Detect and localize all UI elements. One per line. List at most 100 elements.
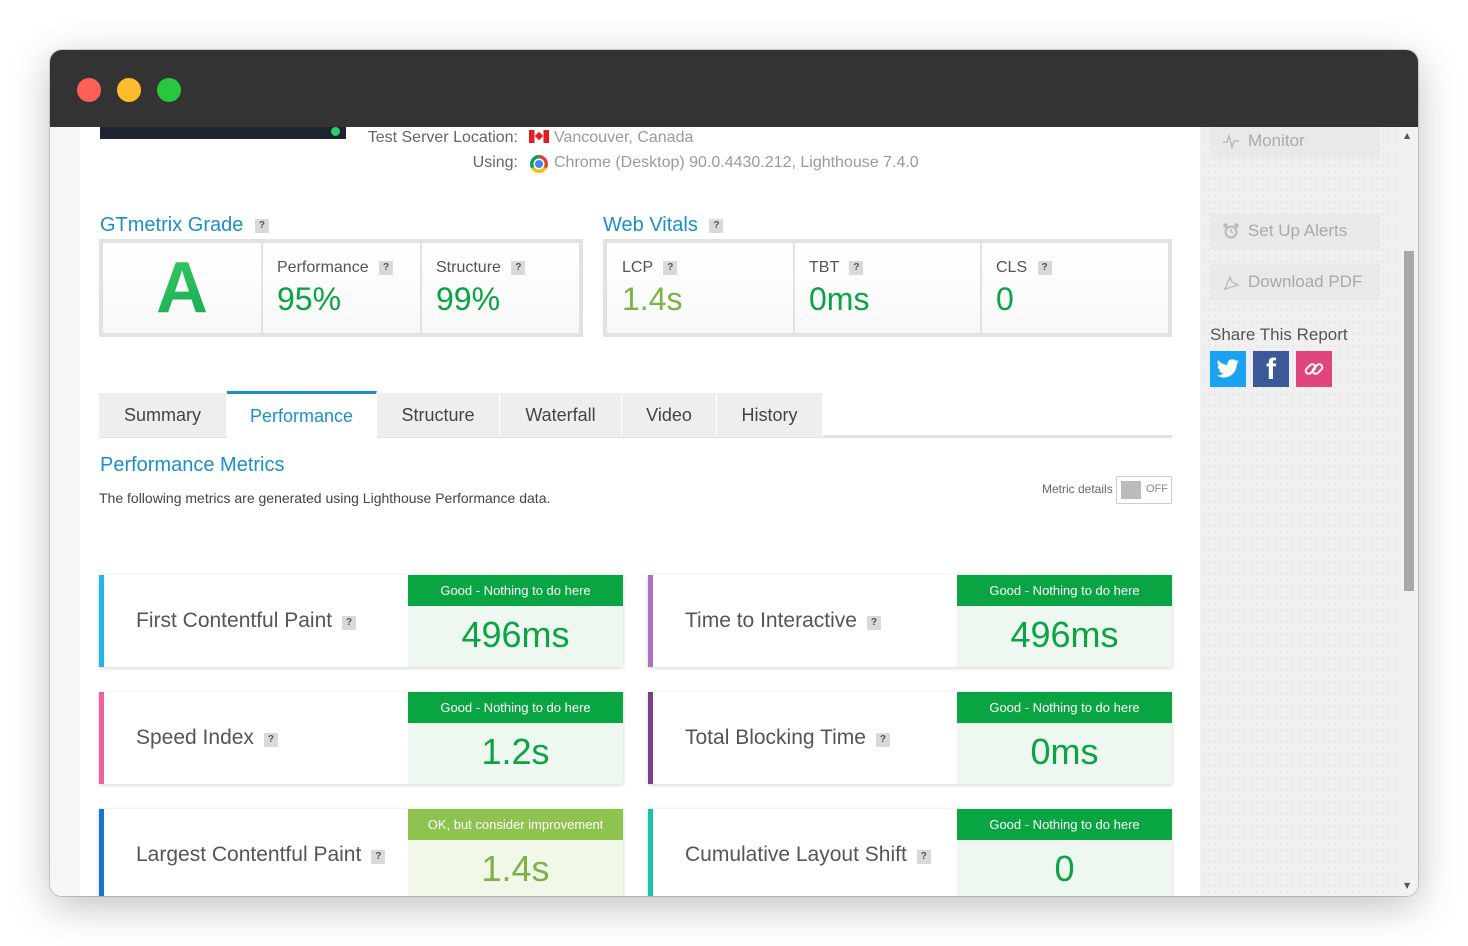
metric-value-box: 0 xyxy=(957,840,1172,896)
link-icon xyxy=(1304,363,1324,375)
help-icon[interactable] xyxy=(709,218,724,233)
help-icon[interactable] xyxy=(849,260,864,275)
facebook-share-button[interactable]: f xyxy=(1253,351,1289,387)
metric-status-badge: OK, but consider improvement xyxy=(408,809,623,840)
grade-cell: A xyxy=(103,243,261,333)
help-icon[interactable] xyxy=(379,260,394,275)
metric-card-speed-index: Speed Index Good - Nothing to do here 1.… xyxy=(99,692,623,784)
tab-summary[interactable]: Summary xyxy=(99,393,227,437)
using-value: Chrome (Desktop) 90.0.4430.212, Lighthou… xyxy=(554,154,919,171)
set-up-alerts-button[interactable]: Set Up Alerts xyxy=(1210,213,1380,249)
help-icon[interactable] xyxy=(263,733,278,747)
grade-letter: A xyxy=(103,247,261,329)
metric-status-badge: Good - Nothing to do here xyxy=(408,575,623,606)
help-icon[interactable] xyxy=(511,260,526,275)
scroll-down-arrow-icon[interactable]: ▼ xyxy=(1404,881,1410,890)
help-icon[interactable] xyxy=(342,616,357,630)
metric-color-bar xyxy=(648,575,653,667)
metric-name-text: First Contentful Paint xyxy=(136,609,333,632)
web-vitals-panel: LCP 1.4s TBT 0ms CLS xyxy=(603,239,1172,337)
metric-value-box: 0ms xyxy=(957,723,1172,784)
cls-label: CLS xyxy=(996,259,1052,277)
metric-value: 496ms xyxy=(461,614,570,655)
metric-details-toggle[interactable]: OFF xyxy=(1116,476,1172,504)
minimize-window-button[interactable] xyxy=(117,78,141,102)
pulse-icon xyxy=(1222,132,1240,150)
help-icon[interactable] xyxy=(371,850,386,864)
help-icon[interactable] xyxy=(663,260,678,275)
help-icon[interactable] xyxy=(1037,260,1052,275)
structure-label: Structure xyxy=(436,259,526,277)
help-icon[interactable] xyxy=(875,733,890,747)
toggle-knob xyxy=(1121,481,1141,499)
performance-metrics-title: Performance Metrics xyxy=(100,454,285,476)
metric-value: 0 xyxy=(1054,848,1075,889)
tab-history[interactable]: History xyxy=(717,393,823,437)
tbt-label-text: TBT xyxy=(809,259,839,276)
sidebar: Monitor Set Up Alerts Download PDF Share… xyxy=(1200,127,1400,896)
metric-value: 0ms xyxy=(1030,731,1099,772)
structure-cell: Structure 99% xyxy=(422,243,579,333)
metric-status-badge: Good - Nothing to do here xyxy=(408,692,623,723)
toggle-state: OFF xyxy=(1146,483,1168,495)
metric-value-box: 496ms xyxy=(408,606,623,667)
performance-value: 95% xyxy=(277,281,342,317)
chrome-icon xyxy=(530,155,548,173)
gtmetrix-grade-title-text: GTmetrix Grade xyxy=(100,214,244,236)
copy-link-button[interactable] xyxy=(1296,351,1332,387)
performance-label-text: Performance xyxy=(277,259,369,276)
performance-label: Performance xyxy=(277,259,394,277)
metric-card-lcp: Largest Contentful Paint OK, but conside… xyxy=(99,809,623,896)
metric-color-bar xyxy=(99,692,104,784)
location-value: Vancouver, Canada xyxy=(554,129,694,146)
help-icon[interactable] xyxy=(916,850,931,864)
metric-name: Speed Index xyxy=(136,726,278,750)
metric-value: 496ms xyxy=(1010,614,1119,655)
metric-card-cls: Cumulative Layout Shift Good - Nothing t… xyxy=(648,809,1172,896)
gtmetrix-grade-title: GTmetrix Grade xyxy=(100,214,269,237)
help-icon[interactable] xyxy=(254,218,269,233)
tbt-value: 0ms xyxy=(809,281,870,317)
status-dot-icon xyxy=(331,127,340,136)
twitter-share-button[interactable] xyxy=(1210,351,1246,387)
download-pdf-button[interactable]: Download PDF xyxy=(1210,264,1380,300)
cls-label-text: CLS xyxy=(996,259,1028,276)
vertical-scrollbar[interactable]: ▲ ▼ xyxy=(1400,127,1418,896)
grade-panel: A Performance 95% Structure 99% xyxy=(99,239,583,337)
metric-color-bar xyxy=(648,809,653,896)
metrics-description: The following metrics are generated usin… xyxy=(99,490,551,506)
metric-value: 1.4s xyxy=(481,848,550,889)
scrollbar-thumb[interactable] xyxy=(1404,251,1414,591)
location-label: Test Server Location: xyxy=(367,129,518,146)
metric-name: Time to Interactive xyxy=(685,609,881,633)
tbt-label: TBT xyxy=(809,259,864,277)
page-screenshot-thumbnail[interactable] xyxy=(100,127,346,139)
page-viewport: Test Server Location: Vancouver, Canada … xyxy=(50,127,1418,896)
tab-structure[interactable]: Structure xyxy=(377,393,500,437)
tab-performance[interactable]: Performance xyxy=(227,391,377,439)
metric-card-tti: Time to Interactive Good - Nothing to do… xyxy=(648,575,1172,667)
close-window-button[interactable] xyxy=(77,78,101,102)
scroll-up-arrow-icon[interactable]: ▲ xyxy=(1404,131,1410,140)
structure-value: 99% xyxy=(436,281,501,317)
monitor-button[interactable]: Monitor xyxy=(1210,127,1380,159)
report-content: Test Server Location: Vancouver, Canada … xyxy=(80,127,1200,896)
maximize-window-button[interactable] xyxy=(157,78,181,102)
metric-status-badge: Good - Nothing to do here xyxy=(957,575,1172,606)
metric-name-text: Cumulative Layout Shift xyxy=(685,843,907,866)
canada-flag-icon xyxy=(529,130,549,143)
metric-value-box: 496ms xyxy=(957,606,1172,667)
cls-cell: CLS 0 xyxy=(982,243,1168,333)
metric-color-bar xyxy=(99,809,104,896)
lcp-value: 1.4s xyxy=(622,281,683,317)
metric-value-box: 1.4s xyxy=(408,840,623,896)
lcp-label-text: LCP xyxy=(622,259,653,276)
metric-card-tbt: Total Blocking Time Good - Nothing to do… xyxy=(648,692,1172,784)
help-icon[interactable] xyxy=(866,616,881,630)
share-title: Share This Report xyxy=(1210,325,1348,344)
metric-color-bar xyxy=(99,575,104,667)
tab-waterfall[interactable]: Waterfall xyxy=(500,393,622,437)
metric-name: First Contentful Paint xyxy=(136,609,357,633)
tab-video[interactable]: Video xyxy=(622,393,717,437)
alerts-label: Set Up Alerts xyxy=(1248,221,1348,240)
